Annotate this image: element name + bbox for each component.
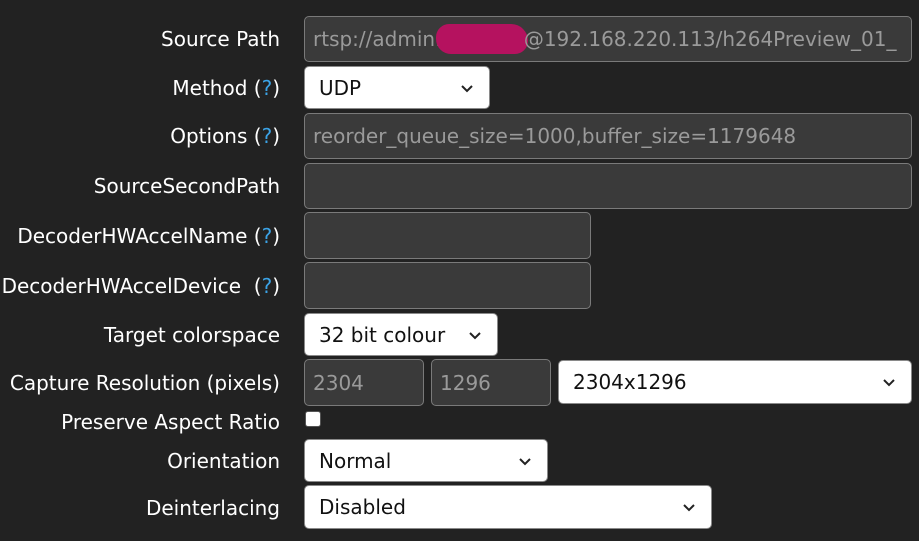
options-label: Options (?): [170, 124, 280, 148]
decoder-hw-accel-name-label-end: ): [272, 224, 280, 248]
method-label-end: ): [272, 76, 280, 100]
options-help-link[interactable]: ?: [262, 124, 273, 148]
options-label-end: ): [272, 124, 280, 148]
capture-resolution-row: Capture Resolution (pixels) 2304 1296 23…: [0, 359, 919, 406]
decoder-hw-accel-device-input[interactable]: [304, 262, 591, 309]
chevron-down-icon: [683, 504, 695, 512]
target-colorspace-row: Target colorspace 32 bit colour: [0, 313, 919, 356]
capture-resolution-select[interactable]: 2304x1296: [558, 360, 912, 404]
deinterlacing-value: Disabled: [319, 495, 406, 519]
orientation-row: Orientation Normal: [0, 439, 919, 482]
source-second-path-label: SourceSecondPath: [93, 174, 280, 198]
source-second-path-input[interactable]: [304, 163, 912, 209]
options-row: Options (?) reorder_queue_size=1000,buff…: [0, 113, 919, 159]
deinterlacing-row: Deinterlacing Disabled: [0, 485, 919, 529]
decoder-hw-accel-device-label: DecoderHWAccelDevice (?): [2, 274, 280, 298]
decoder-hw-accel-device-row: DecoderHWAccelDevice (?): [0, 262, 919, 309]
decoder-hw-accel-device-label-end: ): [272, 274, 280, 298]
source-second-path-row: SourceSecondPath: [0, 163, 919, 209]
source-path-row: Source Path rtsp://admin: @192.168.220.11…: [0, 16, 919, 62]
chevron-down-icon: [883, 379, 895, 387]
method-label-text: Method (: [172, 76, 262, 100]
preserve-aspect-ratio-checkbox[interactable]: [305, 411, 321, 427]
target-colorspace-label: Target colorspace: [103, 323, 280, 347]
decoder-hw-accel-device-label-text: DecoderHWAccelDevice (: [1, 274, 262, 298]
chevron-down-icon: [519, 457, 531, 465]
options-label-text: Options (: [170, 124, 262, 148]
orientation-select[interactable]: Normal: [304, 439, 548, 482]
orientation-label: Orientation: [167, 449, 280, 473]
deinterlacing-select[interactable]: Disabled: [304, 485, 712, 529]
preserve-aspect-ratio-row: Preserve Aspect Ratio: [0, 408, 919, 436]
capture-height-input[interactable]: 1296: [431, 359, 551, 406]
decoder-hw-accel-name-row: DecoderHWAccelName (?): [0, 212, 919, 259]
method-row: Method (?) UDP: [0, 66, 919, 109]
target-colorspace-select[interactable]: 32 bit colour: [304, 313, 498, 356]
options-input[interactable]: reorder_queue_size=1000,buffer_size=1179…: [304, 113, 912, 159]
decoder-hw-accel-name-label: DecoderHWAccelName (?): [17, 224, 280, 248]
chevron-down-icon: [461, 84, 473, 92]
decoder-hw-accel-name-help-link[interactable]: ?: [262, 224, 273, 248]
orientation-value: Normal: [319, 448, 392, 473]
decoder-hw-accel-name-label-text: DecoderHWAccelName (: [17, 224, 262, 248]
method-label: Method (?): [172, 76, 280, 100]
capture-width-input[interactable]: 2304: [304, 359, 424, 406]
source-path-input[interactable]: rtsp://admin: @192.168.220.113/h264Previe…: [304, 16, 912, 62]
target-colorspace-value: 32 bit colour: [319, 322, 446, 347]
method-help-link[interactable]: ?: [262, 76, 273, 100]
source-path-prefix: rtsp://admin:: [313, 27, 442, 51]
preserve-aspect-ratio-label: Preserve Aspect Ratio: [61, 410, 280, 434]
capture-resolution-value: 2304x1296: [573, 370, 687, 394]
method-value: UDP: [319, 75, 362, 100]
source-path-label: Source Path: [161, 27, 280, 51]
capture-resolution-label: Capture Resolution (pixels): [9, 371, 280, 395]
decoder-hw-accel-name-input[interactable]: [304, 212, 591, 259]
source-path-suffix: @192.168.220.113/h264Preview_01_: [523, 27, 897, 51]
method-select[interactable]: UDP: [304, 66, 490, 109]
deinterlacing-label: Deinterlacing: [145, 496, 280, 520]
decoder-hw-accel-device-help-link[interactable]: ?: [262, 274, 273, 298]
redaction-mark: [435, 24, 528, 54]
chevron-down-icon: [469, 331, 481, 339]
